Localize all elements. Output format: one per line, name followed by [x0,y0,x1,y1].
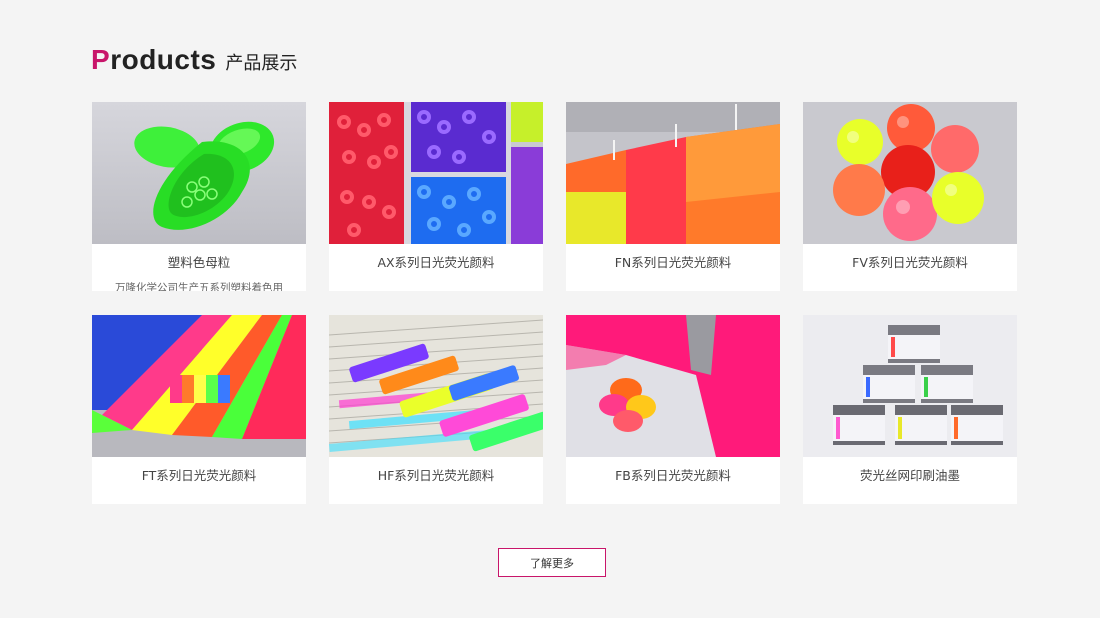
product-card-plastic-masterbatch[interactable]: 塑料色母粒 万隆化学公司生产五系列塑料着色用 [92,102,306,291]
product-description: 万隆化学公司生产五系列塑料着色用 [115,282,283,291]
product-card-fn-series[interactable]: FN系列日光荧光颜料 [566,102,780,291]
product-image[interactable] [566,102,780,244]
heading-accent-letter: P [91,44,111,75]
product-image[interactable] [803,315,1017,457]
product-image[interactable] [329,315,543,457]
product-card-ax-series[interactable]: AX系列日光荧光颜料 [329,102,543,291]
products-section: Products 产品展示 塑料色母粒 万隆化学公司生产五系列塑料着色用 AX系… [0,0,1100,618]
product-grid: 塑料色母粒 万隆化学公司生产五系列塑料着色用 AX系列日光荧光颜料 FN系列日光… [92,102,1018,504]
learn-more-button[interactable]: 了解更多 [498,548,606,577]
product-card-hf-series[interactable]: HF系列日光荧光颜料 [329,315,543,504]
product-title[interactable]: FB系列日光荧光颜料 [566,468,780,484]
product-card-fb-series[interactable]: FB系列日光荧光颜料 [566,315,780,504]
product-title[interactable]: FT系列日光荧光颜料 [92,468,306,484]
product-card-ft-series[interactable]: FT系列日光荧光颜料 [92,315,306,504]
product-image[interactable] [92,315,306,457]
product-card-screen-printing-ink[interactable]: 荧光丝网印刷油墨 [803,315,1017,504]
product-title[interactable]: FV系列日光荧光颜料 [803,255,1017,271]
product-title[interactable]: HF系列日光荧光颜料 [329,468,543,484]
heading-english-rest: roducts [110,44,217,75]
product-title[interactable]: AX系列日光荧光颜料 [329,255,543,271]
heading-english: Products [91,44,216,76]
product-image[interactable] [329,102,543,244]
product-card-fv-series[interactable]: FV系列日光荧光颜料 [803,102,1017,291]
product-title[interactable]: 荧光丝网印刷油墨 [803,468,1017,484]
section-heading: Products 产品展示 [91,44,297,76]
product-image[interactable] [803,102,1017,244]
product-image[interactable] [92,102,306,244]
heading-chinese: 产品展示 [225,53,298,74]
product-image[interactable] [566,315,780,457]
product-title[interactable]: FN系列日光荧光颜料 [566,255,780,271]
product-title[interactable]: 塑料色母粒 [92,255,306,271]
